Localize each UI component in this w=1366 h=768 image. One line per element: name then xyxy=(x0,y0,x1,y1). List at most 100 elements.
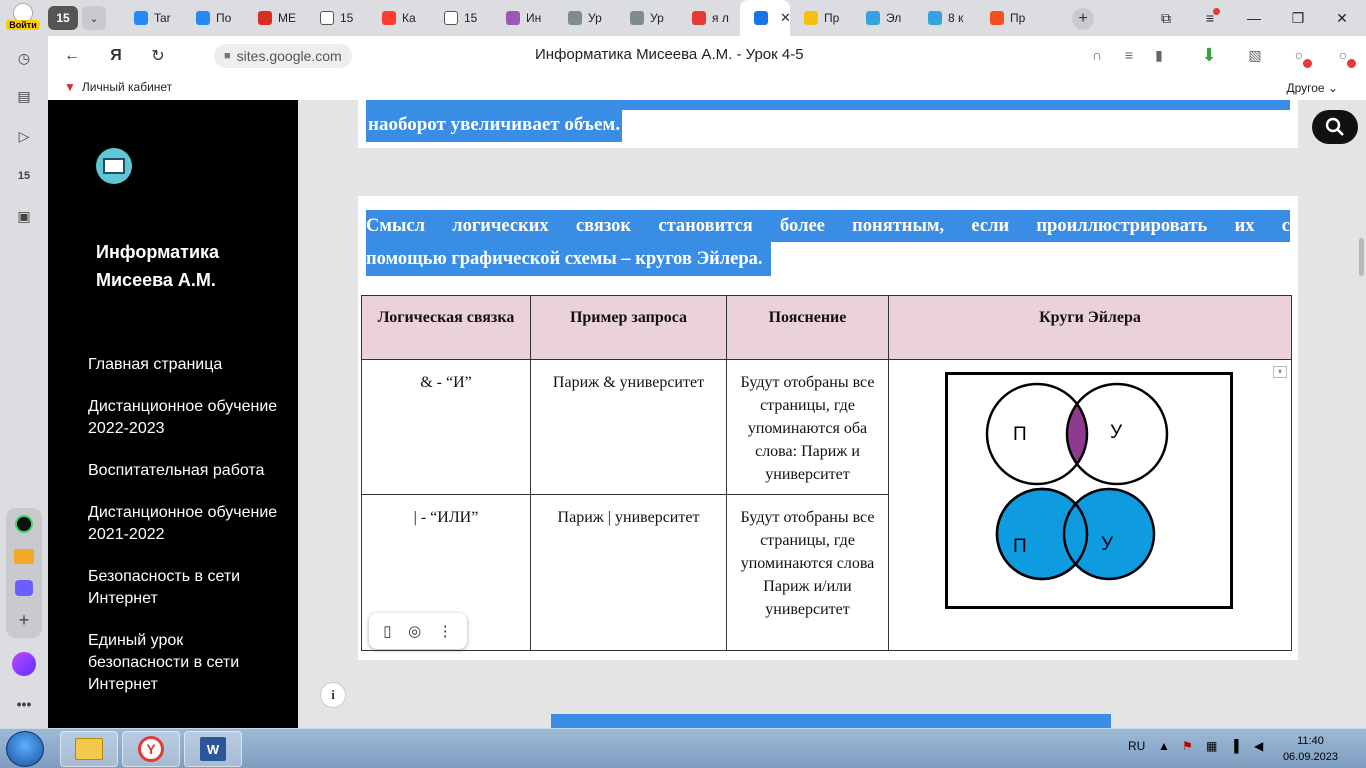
site-nav-item[interactable]: Единый урок безопасности в сети Интернет xyxy=(88,630,288,696)
tab-label: Ин xyxy=(526,11,542,25)
site-nav-item[interactable]: Дистанционное обучение 2021-2022 xyxy=(88,502,288,546)
search-button[interactable] xyxy=(1312,110,1358,144)
op-cell: & - “И” xyxy=(361,359,531,495)
pin-icon: ▼ xyxy=(64,80,76,94)
mail-app-icon[interactable] xyxy=(12,544,36,568)
tab-label: По xyxy=(216,11,232,25)
translate-icon[interactable]: ▧ xyxy=(1244,44,1266,66)
cell-dropdown-icon[interactable]: ▾ xyxy=(1273,366,1287,378)
login-button[interactable]: Войти xyxy=(2,2,44,32)
copy-icon xyxy=(568,11,582,25)
browser-tab[interactable]: Эл xyxy=(852,0,914,36)
headphones-icon[interactable]: ∩ xyxy=(1086,44,1108,66)
tab-label: Ур xyxy=(650,11,664,25)
close-tab-icon[interactable]: ✕ xyxy=(780,10,790,26)
info-icon[interactable]: i xyxy=(320,682,346,708)
text-card-top: наоборот увеличивает объем. xyxy=(358,100,1298,148)
close-window-icon[interactable]: ✕ xyxy=(1320,0,1364,36)
more-dots-icon[interactable]: ••• xyxy=(12,692,36,716)
extension-alert-icon[interactable]: ○ xyxy=(1332,44,1356,68)
bookmark-outline-icon[interactable]: ▯ xyxy=(383,622,391,640)
tray-volume-icon[interactable]: ◀ xyxy=(1254,739,1263,753)
euler-diagram: П У П У xyxy=(945,372,1233,609)
start-button[interactable] xyxy=(6,731,44,767)
camera-icon[interactable]: ◎ xyxy=(408,622,421,640)
browser-tab[interactable]: Tar xyxy=(120,0,182,36)
url-field[interactable]: ■ sites.google.com xyxy=(214,44,352,68)
bookmark-personal[interactable]: ▼ Личный кабинет xyxy=(64,80,172,94)
new-tab-plus-icon[interactable]: + xyxy=(1072,8,1094,30)
tab-label: Ка xyxy=(402,11,416,25)
download-icon[interactable]: ⬇ xyxy=(1198,44,1220,66)
bookmark-other[interactable]: Другое ⌄ xyxy=(1286,81,1338,95)
copy-icon xyxy=(630,11,644,25)
site-logo-icon[interactable] xyxy=(96,148,132,184)
notification-dot-icon xyxy=(1213,8,1220,15)
back-arrow-icon[interactable]: ← xyxy=(60,44,84,68)
browser-tab[interactable]: 15 xyxy=(430,0,492,36)
search-icon xyxy=(1325,117,1344,136)
system-clock[interactable]: 11:40 06.09.2023 xyxy=(1283,733,1338,765)
more-vertical-icon[interactable]: ⋮ xyxy=(438,622,453,640)
tab-label: Пр xyxy=(1010,11,1026,25)
site-nav-item[interactable]: Безопасность в сети Интернет xyxy=(88,566,288,610)
browser-tab[interactable]: Пр xyxy=(790,0,852,36)
yandex-home-icon[interactable]: Я xyxy=(104,44,128,68)
login-label: Войти xyxy=(6,20,40,30)
youtube-icon xyxy=(382,11,396,25)
floating-toolbar: ▯ ◎ ⋮ xyxy=(369,613,467,649)
doc-icon xyxy=(444,11,458,25)
tab-count-badge[interactable]: 15 xyxy=(48,6,78,30)
tab-label: я л xyxy=(712,11,729,25)
language-indicator[interactable]: RU xyxy=(1128,739,1145,753)
browser-tab[interactable]: ✕ xyxy=(740,0,790,36)
browser-tab[interactable]: Ур xyxy=(616,0,678,36)
table-header-row: Логическая связка Пример запроса Пояснен… xyxy=(361,295,1292,360)
menu-icon[interactable]: ≡ xyxy=(1188,0,1232,36)
explorer-folder-icon[interactable] xyxy=(60,731,118,767)
browser-tab[interactable]: МЕ xyxy=(244,0,306,36)
add-app-plus-icon[interactable]: + xyxy=(12,608,36,632)
calendar-15-icon[interactable]: 15 xyxy=(12,164,36,188)
restore-icon[interactable]: ❐ xyxy=(1276,0,1320,36)
euler-or-right-label: У xyxy=(1101,534,1114,555)
reload-icon[interactable]: ↻ xyxy=(146,44,170,68)
yandex-browser-icon[interactable]: Y xyxy=(122,731,180,767)
extension-icon[interactable]: ○ xyxy=(1288,44,1312,68)
alice-assistant-icon[interactable] xyxy=(12,652,36,676)
browser-tab[interactable]: По xyxy=(182,0,244,36)
tray-flag-icon[interactable]: ⚑ xyxy=(1182,739,1193,753)
book-icon xyxy=(258,11,272,25)
scrollbar-thumb[interactable] xyxy=(1359,238,1364,276)
site-nav-item[interactable]: Главная страница xyxy=(88,354,288,376)
intro-line1: Смысл логических связок становится более… xyxy=(366,210,1290,242)
telemost-icon[interactable] xyxy=(12,576,36,600)
minimize-icon[interactable]: — xyxy=(1232,0,1276,36)
sites-icon xyxy=(754,11,768,25)
collections-icon[interactable]: ▤ xyxy=(12,84,36,108)
browser-tab[interactable]: Пр xyxy=(976,0,1038,36)
history-clock-icon[interactable]: ◷ xyxy=(12,46,36,70)
tray-signal-icon[interactable]: ▐ xyxy=(1230,739,1239,753)
messenger-icon[interactable] xyxy=(12,512,36,536)
screenshot-camera-icon[interactable]: ▣ xyxy=(12,204,36,228)
tray-expand-icon[interactable]: ▲ xyxy=(1158,739,1170,753)
word-icon[interactable]: W xyxy=(184,731,242,767)
site-nav-item[interactable]: Дистанционное обучение 2022-2023 xyxy=(88,396,288,440)
tab-list-chevron-icon[interactable]: ⌄ xyxy=(82,6,106,30)
reader-mode-icon[interactable]: ≡ xyxy=(1118,44,1140,66)
browser-tab[interactable]: Ин xyxy=(492,0,554,36)
site-title[interactable]: Информатика Мисеева А.М. xyxy=(96,238,276,294)
browser-tab[interactable]: я л xyxy=(678,0,740,36)
browser-tab[interactable]: Ур xyxy=(554,0,616,36)
tray-network-icon[interactable]: ▦ xyxy=(1206,739,1217,753)
browser-tab[interactable]: 8 к xyxy=(914,0,976,36)
bookmark-icon[interactable]: ▮ xyxy=(1148,44,1170,66)
top-text: наоборот увеличивает объем. xyxy=(366,110,623,142)
window-tabs-icon[interactable]: ⧉ xyxy=(1144,0,1188,36)
site-nav-item[interactable]: Воспитательная работа xyxy=(88,460,288,482)
browser-tab[interactable]: Ка xyxy=(368,0,430,36)
tab-label: Пр xyxy=(824,11,840,25)
play-icon[interactable]: ▷ xyxy=(12,124,36,148)
browser-tab[interactable]: 15 xyxy=(306,0,368,36)
